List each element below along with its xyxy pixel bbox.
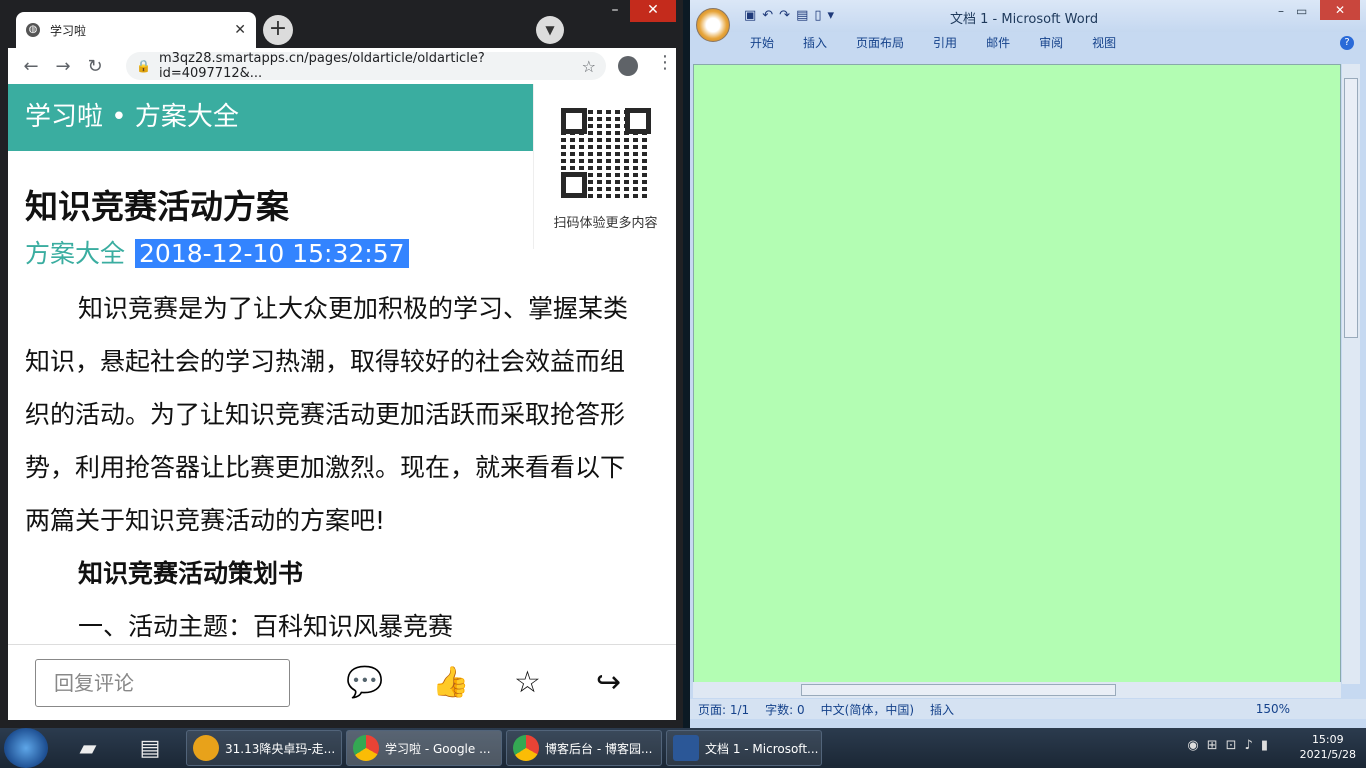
menu-icon[interactable]: ⋮ — [656, 52, 674, 73]
article-meta: 方案大全 2018-12-10 15:32:57 — [25, 234, 409, 270]
article-title: 知识竞赛活动方案 — [25, 187, 289, 226]
word-minimize-button[interactable]: – — [1278, 4, 1284, 18]
taskbar-item[interactable]: 31.13降央卓玛-走... — [186, 730, 342, 766]
taskbar-item[interactable]: 博客后台 - 博客园... — [506, 730, 662, 766]
share-icon[interactable]: ↪ — [596, 665, 621, 700]
word-close-button[interactable]: ✕ — [1320, 0, 1360, 20]
status-words[interactable]: 字数: 0 — [765, 701, 805, 718]
ribbon-tab[interactable]: 页面布局 — [856, 32, 904, 62]
minimize-button[interactable]: – — [600, 0, 630, 22]
back-icon[interactable]: ← — [16, 56, 46, 77]
ribbon-tab[interactable]: 开始 — [750, 32, 774, 62]
clock[interactable]: 15:09 2021/5/28 — [1300, 732, 1356, 762]
url-text: m3qz28.smartapps.cn/pages/oldarticle/old… — [158, 51, 485, 81]
favorite-icon[interactable]: ☆ — [514, 665, 541, 700]
close-tab-icon[interactable]: ✕ — [234, 22, 246, 38]
word-titlebar: ▣↶↷▤▯▾ 文档 1 - Microsoft Word – ▭ ✕ — [690, 0, 1366, 42]
tab-search-button[interactable]: ▼ — [536, 16, 564, 44]
status-mode[interactable]: 插入 — [930, 701, 954, 718]
horizontal-scrollbar[interactable] — [693, 682, 1341, 698]
like-icon[interactable]: 👍 — [432, 665, 469, 700]
start-button[interactable] — [4, 728, 48, 768]
web-page: 学习啦 • 方案大全 扫码体验更多内容 知识竞赛活动方案 方案大全 2018-12… — [8, 84, 676, 720]
lock-icon: 🔒 — [136, 59, 151, 73]
qr-label: 扫码体验更多内容 — [553, 216, 658, 231]
ribbon-tab[interactable]: 邮件 — [986, 32, 1010, 62]
word-title: 文档 1 - Microsoft Word — [950, 12, 1099, 27]
comment-icon[interactable]: 💬 — [346, 665, 383, 700]
explorer-icon[interactable]: ▤ — [128, 730, 172, 766]
ribbon-tab[interactable]: 审阅 — [1039, 32, 1063, 62]
status-language[interactable]: 中文(简体，中国) — [821, 701, 914, 718]
article-date: 2018-12-10 15:32:57 — [135, 239, 409, 268]
category-link[interactable]: 方案大全 — [25, 239, 125, 268]
taskbar-item[interactable]: 学习啦 - Google ... — [346, 730, 502, 766]
paragraph: 知识竞赛是为了让大众更加积极的学习、掌握某类知识，悬起社会的学习热潮，取得较好的… — [25, 294, 629, 535]
toolbar: ← → ↻ 🔒 m3qz28.smartapps.cn/pages/oldart… — [8, 48, 676, 84]
bookmark-star-icon[interactable]: ☆ — [582, 57, 596, 76]
qr-code — [561, 108, 651, 198]
section-heading: 知识竞赛活动策划书 — [78, 559, 304, 588]
browser-tab[interactable]: ◍ 学习啦 ✕ — [16, 12, 256, 48]
status-bar: 页面: 1/1 字数: 0 中文(简体，中国) 插入 150% — [690, 699, 1366, 719]
reply-input[interactable]: 回复评论 — [35, 659, 290, 707]
profile-avatar[interactable] — [618, 56, 638, 76]
globe-icon: ◍ — [26, 23, 40, 37]
vertical-scrollbar[interactable] — [1342, 64, 1360, 684]
site-banner[interactable]: 学习啦 • 方案大全 — [8, 84, 533, 151]
address-bar[interactable]: 🔒 m3qz28.smartapps.cn/pages/oldarticle/o… — [126, 51, 606, 81]
document-canvas[interactable] — [693, 64, 1341, 684]
comment-bar: 回复评论 💬 👍 ☆ ↪ — [8, 644, 676, 720]
word-maximize-button[interactable]: ▭ — [1296, 4, 1307, 18]
quick-access-toolbar[interactable]: ▣↶↷▤▯▾ — [744, 8, 840, 23]
reload-icon[interactable]: ↻ — [80, 56, 110, 77]
tab-title: 学习啦 — [50, 23, 87, 38]
ribbon-tab[interactable]: 视图 — [1092, 32, 1116, 62]
article-body: 知识竞赛是为了让大众更加积极的学习、掌握某类知识，悬起社会的学习热潮，取得较好的… — [25, 282, 645, 653]
help-icon[interactable]: ? — [1340, 36, 1354, 50]
ribbon-tab[interactable]: 引用 — [933, 32, 957, 62]
ribbon-tabs: 开始 插入 页面布局 引用 邮件 审阅 视图 — [690, 32, 1366, 62]
word-window: ▣↶↷▤▯▾ 文档 1 - Microsoft Word – ▭ ✕ 开始 插入… — [690, 0, 1366, 728]
chrome-window: – ✕ ◍ 学习啦 ✕ + ▼ ← → ↻ 🔒 m3qz28.smartapps… — [0, 0, 683, 728]
taskbar: ▰ ▤ 31.13降央卓玛-走... 学习啦 - Google ... 博客后台… — [0, 728, 1366, 768]
tray-icons[interactable]: ◉⊞⊡♪▮ — [1187, 738, 1276, 753]
forward-icon[interactable]: → — [48, 56, 78, 77]
taskbar-item[interactable]: 文档 1 - Microsoft... — [666, 730, 822, 766]
new-tab-button[interactable]: + — [263, 15, 293, 45]
close-window-button[interactable]: ✕ — [630, 0, 676, 22]
status-page[interactable]: 页面: 1/1 — [698, 701, 749, 718]
zoom-level[interactable]: 150% — [1256, 699, 1290, 719]
notes-icon[interactable]: ▰ — [66, 730, 110, 766]
ribbon-tab[interactable]: 插入 — [803, 32, 827, 62]
qr-panel: 扫码体验更多内容 — [533, 84, 676, 249]
